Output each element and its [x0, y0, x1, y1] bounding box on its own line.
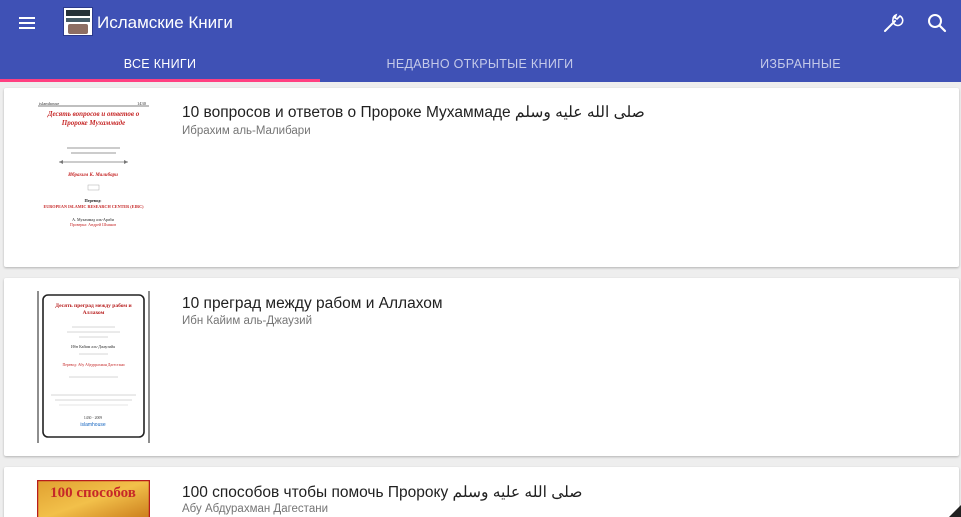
- app-bar: Исламские Книги ВСЕ КНИГИ НЕДАВНО ОТКРЫТ…: [0, 0, 961, 82]
- book-title: 100 способов чтобы помочь Пророку صلى ال…: [182, 484, 583, 501]
- cover-editor: Проверка: Андрей Шмаков: [70, 222, 116, 227]
- app-title: Исламские Книги: [97, 13, 233, 32]
- cover-title: Десять преград между рабом и Аллахом: [55, 303, 132, 316]
- cover-translator: Перевод: Абу Абдуррахман Дагестани: [62, 363, 125, 367]
- cover-logo: islamhouse: [80, 422, 106, 428]
- cover-title: Десять вопросов и ответов о Пророке Муха…: [47, 110, 140, 127]
- app-logo: [63, 7, 93, 36]
- book-cover: Десять преград между рабом и Аллахом Ибн…: [37, 291, 150, 443]
- wrench-icon[interactable]: [881, 11, 905, 35]
- book-cover: islamhouse 1430 Десять вопросов и ответо…: [37, 100, 150, 230]
- tab-all-books[interactable]: ВСЕ КНИГИ: [0, 46, 320, 82]
- tab-favorites[interactable]: ИЗБРАННЫЕ: [640, 46, 961, 82]
- book-author: Абу Абдурахман Дагестани: [182, 503, 328, 515]
- cover-title: 100 способов: [50, 485, 136, 501]
- cover-header-right: 1430: [137, 101, 147, 106]
- book-list: islamhouse 1430 Десять вопросов и ответо…: [0, 82, 961, 517]
- book-author: Ибн Кайим аль-Джаузий: [182, 315, 312, 327]
- cover-org: EUROPEAN ISLAMIC RESEARCH CENTER (EIRC): [43, 204, 144, 209]
- book-cover: 100 способов: [37, 480, 150, 517]
- cover-header-left: islamhouse: [39, 101, 59, 106]
- book-title: 10 преград между рабом и Аллахом: [182, 295, 443, 312]
- menu-icon[interactable]: [14, 11, 40, 35]
- tab-recent-books[interactable]: НЕДАВНО ОТКРЫТЫЕ КНИГИ: [320, 46, 640, 82]
- cover-translation-label: Перевод:: [84, 198, 102, 203]
- resize-corner-icon: [949, 505, 961, 517]
- tab-bar: ВСЕ КНИГИ НЕДАВНО ОТКРЫТЫЕ КНИГИ ИЗБРАНН…: [0, 46, 961, 82]
- cover-years: 1430 - 2009: [84, 416, 102, 420]
- cover-author: Ибн Кайим аль-Джаузийя: [71, 344, 115, 349]
- book-author: Ибрахим аль-Малибари: [182, 125, 311, 137]
- book-card[interactable]: Десять преград между рабом и Аллахом Ибн…: [4, 278, 959, 456]
- book-card[interactable]: 100 способов 100 способов чтобы помочь П…: [4, 467, 959, 517]
- search-icon[interactable]: [925, 11, 949, 35]
- book-card[interactable]: islamhouse 1430 Десять вопросов и ответо…: [4, 88, 959, 267]
- book-title: 10 вопросов и ответов о Пророке Мухаммад…: [182, 104, 645, 121]
- cover-author: Ибрахим К. Малибари: [67, 173, 118, 178]
- toolbar: Исламские Книги: [0, 0, 961, 46]
